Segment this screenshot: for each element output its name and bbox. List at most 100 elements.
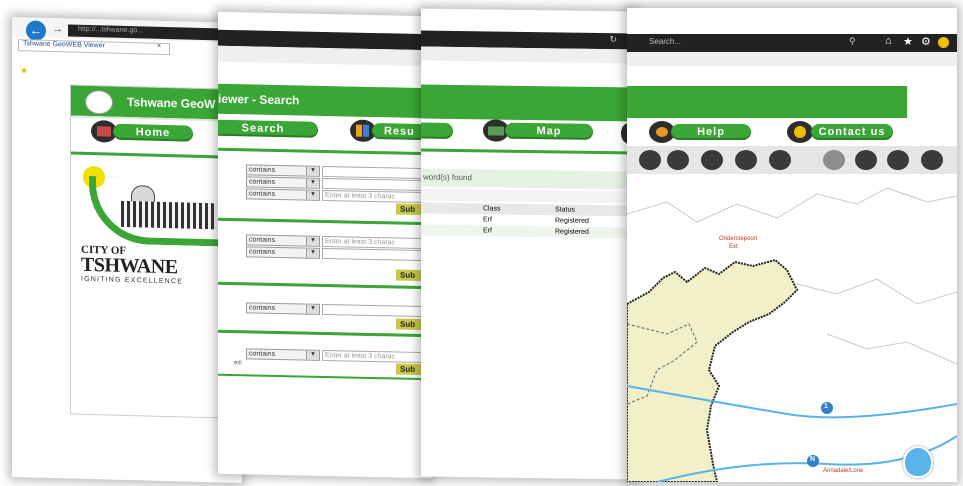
layers-icon[interactable] bbox=[921, 150, 943, 170]
suburb-boundary bbox=[627, 187, 957, 223]
draw-pencil-icon[interactable] bbox=[735, 150, 757, 170]
cell-status: Registered bbox=[555, 217, 589, 225]
place-label: Ext bbox=[729, 244, 738, 250]
road-badge-label: 1 bbox=[824, 403, 828, 410]
place-label: Onderstepoort bbox=[719, 236, 758, 242]
print-icon[interactable] bbox=[855, 150, 877, 170]
search-window: iewer - Search Search Resu contains ▼ con… bbox=[218, 11, 432, 479]
smiley-icon[interactable] bbox=[938, 37, 949, 48]
cell-status: Registered bbox=[555, 228, 589, 236]
browser-chrome: Search... ⚲ ⌂ ★ ⚙ bbox=[627, 34, 957, 52]
tab-title: Tshwane GeoWEB Viewer bbox=[23, 40, 105, 50]
tshwane-emblem-icon bbox=[85, 89, 113, 115]
operator-value: contains bbox=[249, 166, 276, 174]
results-count-text: word(s) found bbox=[423, 172, 472, 183]
section-divider bbox=[218, 281, 432, 290]
chevron-down-icon: ▼ bbox=[306, 178, 319, 188]
operator-select[interactable]: contains ▼ bbox=[246, 164, 320, 177]
nav-map-button[interactable]: Map bbox=[505, 122, 593, 140]
header-title: iewer - Search bbox=[218, 91, 300, 108]
url-text: http://...tshwane.go... bbox=[78, 25, 143, 35]
refresh-icon[interactable]: ↻ bbox=[609, 34, 617, 45]
selected-area bbox=[627, 258, 799, 482]
chevron-down-icon: ▼ bbox=[306, 304, 319, 314]
browser-tab[interactable]: Tshwane GeoWEB Viewer bbox=[18, 39, 170, 56]
operator-select[interactable]: contains ▼ bbox=[246, 234, 320, 247]
operator-value: contains bbox=[249, 178, 276, 186]
operator-value: contains bbox=[249, 190, 276, 198]
app-header bbox=[421, 84, 637, 122]
nav-help-button[interactable]: Help bbox=[671, 124, 751, 140]
nav-contact-button[interactable]: Contact us bbox=[811, 124, 893, 140]
chrome-strip bbox=[421, 46, 637, 64]
suburb-boundary bbox=[826, 333, 957, 365]
nav-home-button[interactable]: Home bbox=[113, 123, 193, 142]
nav-underline bbox=[218, 147, 432, 156]
column-header[interactable]: Class bbox=[483, 205, 501, 212]
section-divider bbox=[218, 217, 432, 226]
full-extent-icon[interactable] bbox=[701, 150, 723, 170]
nav-help-label: Help bbox=[697, 126, 725, 138]
results-window: ↻ Map word(s) found Class Status Erf Reg… bbox=[421, 8, 637, 480]
operator-select[interactable]: contains ▼ bbox=[246, 188, 320, 201]
contact-icon[interactable] bbox=[787, 121, 813, 143]
results-subbar bbox=[421, 188, 637, 204]
watermark-logo-icon bbox=[903, 446, 933, 478]
gear-icon[interactable]: ⚙ bbox=[921, 35, 931, 48]
search-icon[interactable]: ⚲ bbox=[849, 36, 856, 47]
zoom-box-icon[interactable] bbox=[667, 150, 689, 170]
city-logo: CITY OF TSHWANE IGNITING EXCELLENCE bbox=[71, 156, 242, 291]
search-input[interactable]: Enter at least 3 charac bbox=[322, 349, 432, 364]
table-row[interactable]: Erf Registered bbox=[421, 224, 637, 239]
back-button[interactable]: ← bbox=[26, 20, 46, 41]
chrome-strip bbox=[627, 52, 957, 66]
operator-value: contains bbox=[249, 236, 276, 244]
search-input[interactable]: Enter at least 3 charac bbox=[322, 189, 432, 204]
map-window: Search... ⚲ ⌂ ★ ⚙ Help Contact us 1 N On… bbox=[627, 8, 957, 482]
legend-icon[interactable] bbox=[887, 150, 909, 170]
nav-map-label: Map bbox=[536, 125, 562, 138]
chevron-down-icon: ▼ bbox=[306, 248, 319, 258]
suburb-boundary bbox=[796, 278, 957, 305]
address-bar[interactable]: http://...tshwane.go... bbox=[68, 24, 242, 42]
pan-tool-icon[interactable] bbox=[639, 150, 661, 170]
nav-underline bbox=[421, 148, 637, 155]
identify-icon[interactable] bbox=[823, 150, 845, 170]
building-graphic bbox=[121, 185, 217, 230]
map-graphic bbox=[627, 187, 957, 482]
nav-results-label: Resu bbox=[384, 125, 415, 138]
search-input[interactable] bbox=[322, 303, 432, 318]
chevron-down-icon: ▼ bbox=[306, 190, 319, 200]
home-icon[interactable]: ⌂ bbox=[885, 35, 892, 47]
operator-select[interactable]: contains ▼ bbox=[246, 302, 320, 315]
operator-select[interactable]: contains ▼ bbox=[246, 246, 320, 259]
app-header: iewer - Search bbox=[218, 83, 432, 119]
map-canvas[interactable]: 1 N Onderstepoort Ext Annadale/Lorie bbox=[627, 174, 957, 482]
chevron-down-icon: ▼ bbox=[306, 236, 319, 246]
nav-search-label: Search bbox=[241, 122, 285, 136]
results-table: Class Status Erf Registered Erf Register… bbox=[421, 202, 637, 239]
forward-button[interactable]: → bbox=[52, 23, 63, 35]
app-page: Tshwane GeoW Home CITY OF TSHWANE IGNITI… bbox=[70, 84, 242, 420]
nav-home-label: Home bbox=[135, 126, 171, 140]
operator-select[interactable]: contains ▼ bbox=[246, 176, 320, 189]
column-header[interactable]: Status bbox=[555, 206, 575, 213]
operator-select[interactable]: contains ▼ bbox=[246, 348, 320, 361]
favorites-star-icon[interactable]: ★ bbox=[903, 35, 913, 48]
nav-row: Help Contact us bbox=[627, 118, 957, 148]
tab-close-icon[interactable]: × bbox=[157, 43, 161, 50]
chevron-down-icon: ▼ bbox=[306, 166, 319, 176]
place-label: Annadale/Lorie bbox=[823, 468, 864, 474]
search-box[interactable]: Search... bbox=[649, 37, 681, 46]
chrome-strip bbox=[218, 45, 432, 67]
home-window: ← → http://...tshwane.go... Tshwane GeoW… bbox=[12, 16, 242, 484]
bookmark-star-icon[interactable]: ★ bbox=[20, 65, 28, 76]
nav-results-button[interactable] bbox=[421, 122, 453, 139]
marker-icon[interactable] bbox=[769, 150, 791, 170]
cell-class: Erf bbox=[483, 227, 492, 235]
search-input[interactable] bbox=[322, 247, 432, 262]
nav-search-button[interactable]: Search bbox=[218, 119, 318, 138]
nav-contact-label: Contact us bbox=[818, 126, 886, 138]
logo-tagline: IGNITING EXCELLENCE bbox=[81, 275, 184, 286]
chevron-down-icon: ▼ bbox=[306, 350, 319, 360]
